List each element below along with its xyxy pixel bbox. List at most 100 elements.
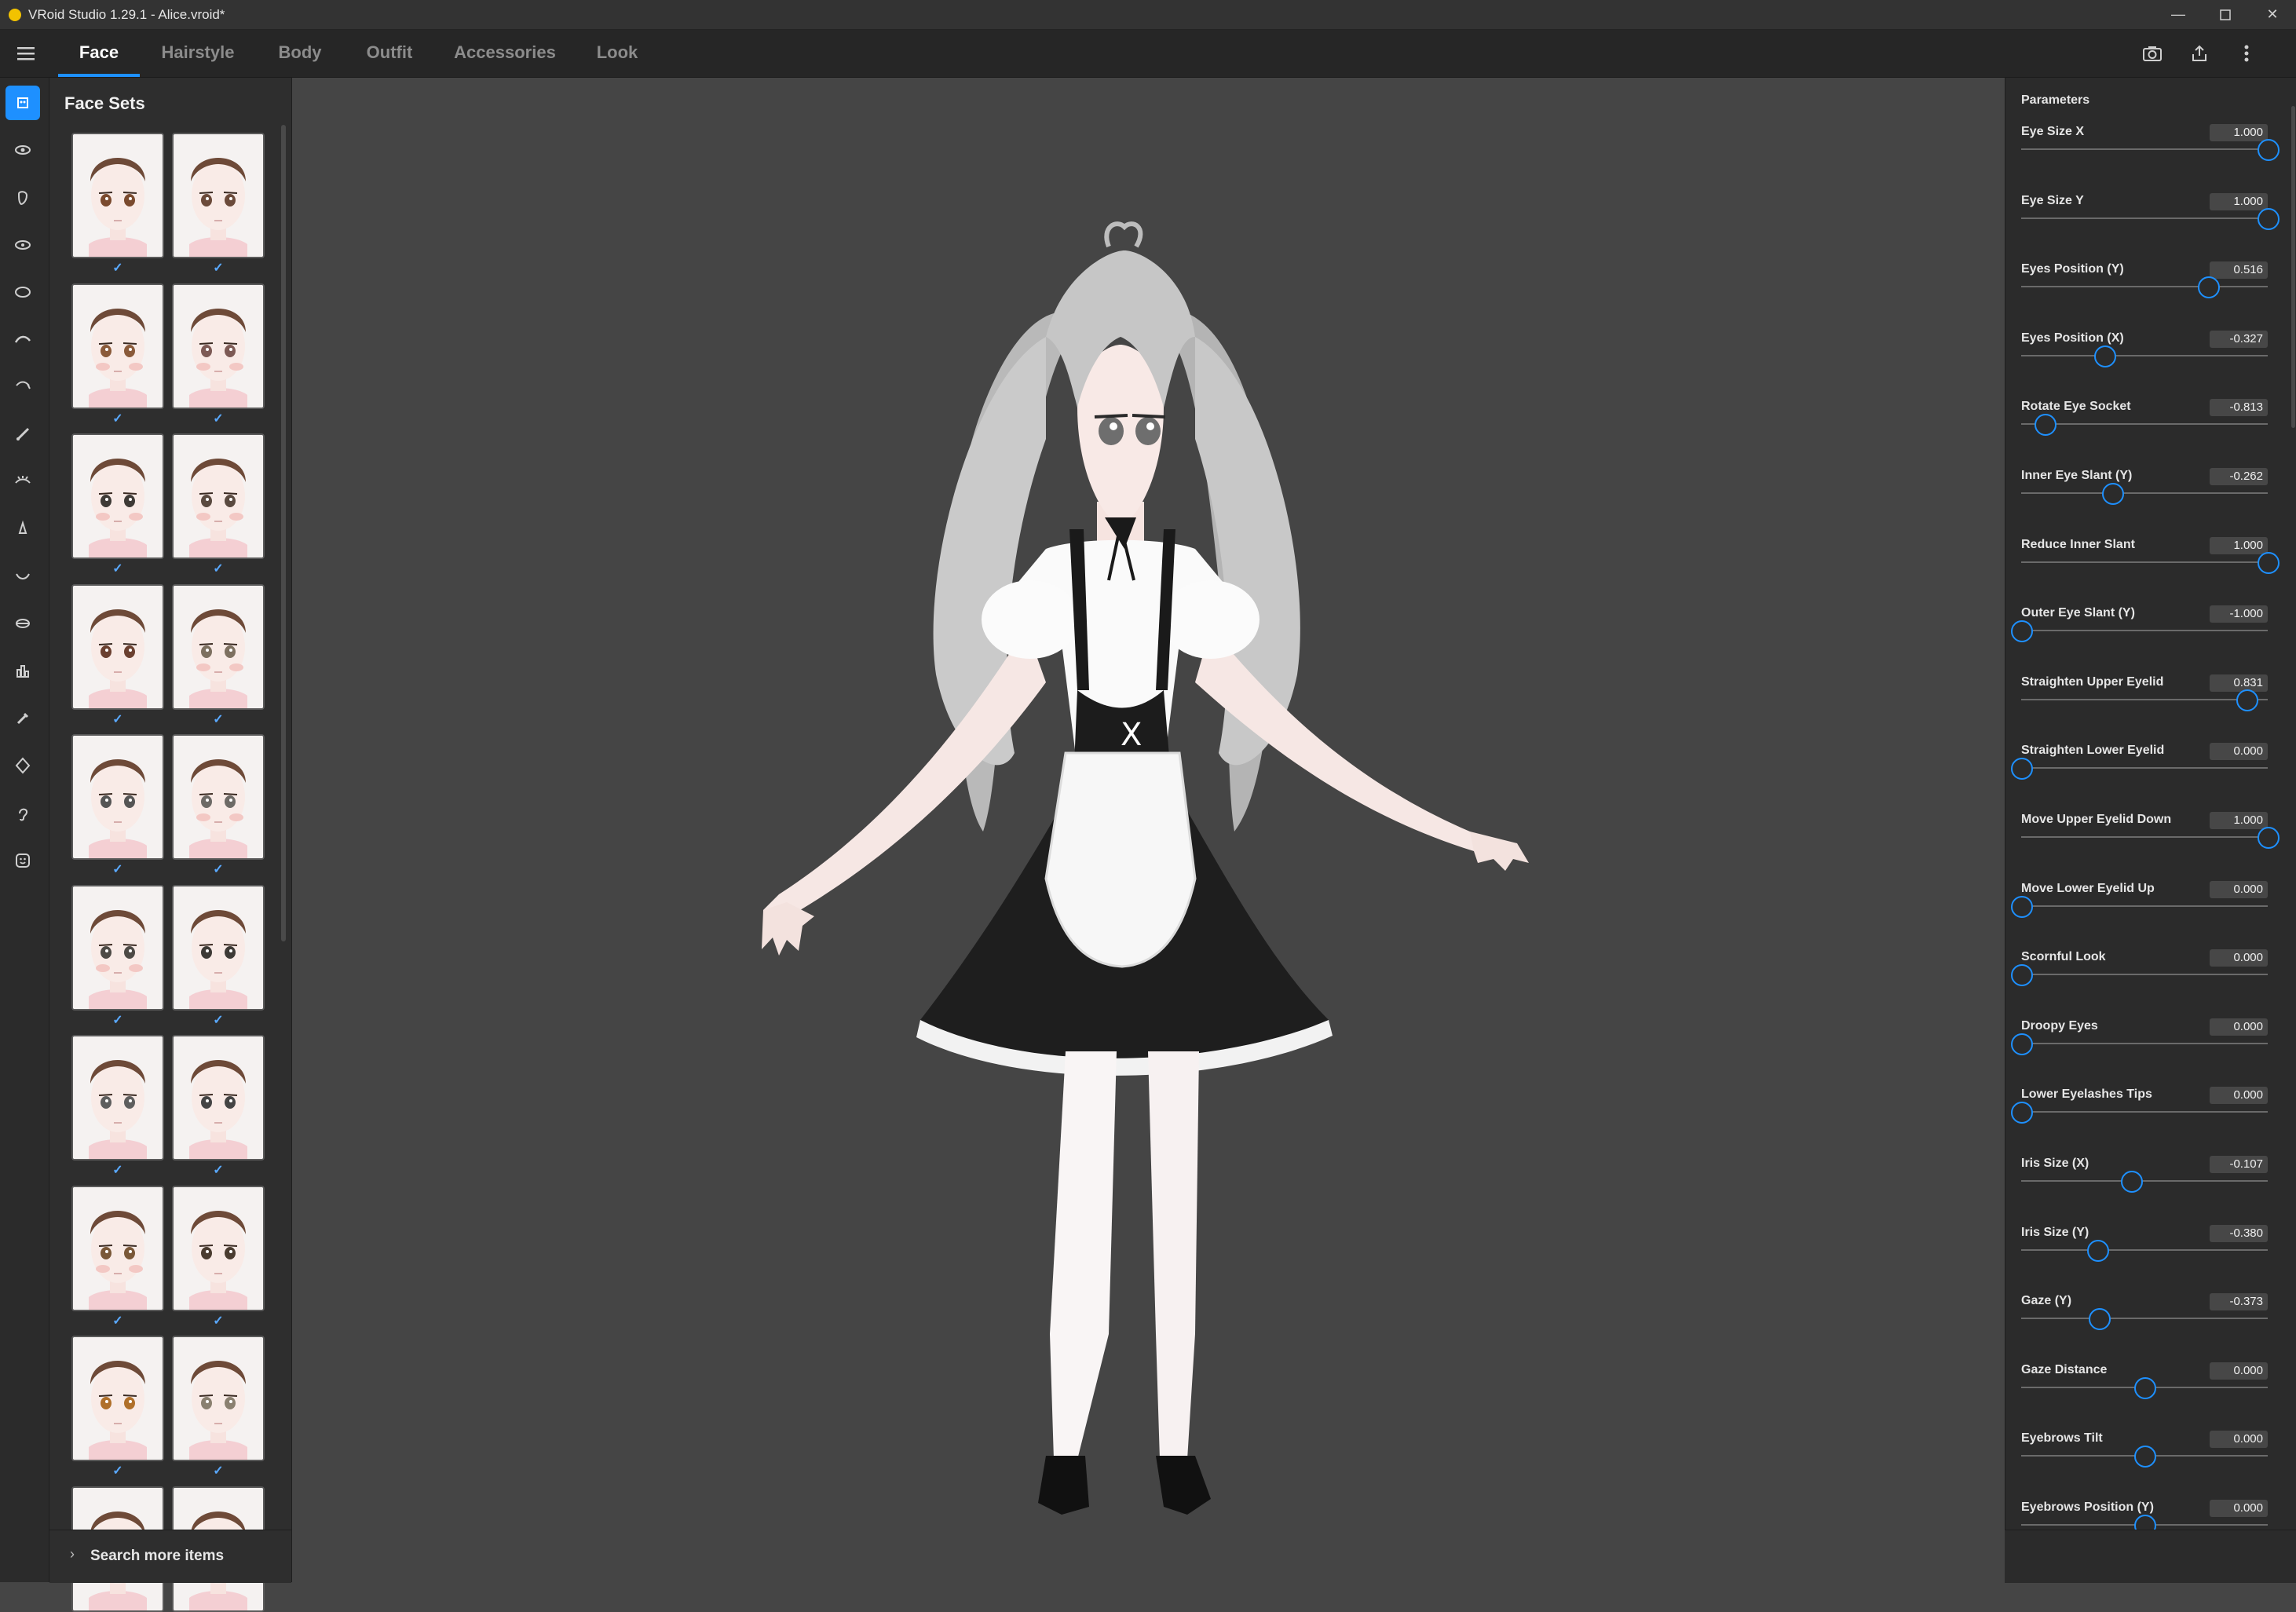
expression-icon[interactable] xyxy=(5,843,40,878)
slider-handle[interactable] xyxy=(2088,1308,2111,1331)
slider-handle[interactable] xyxy=(2011,620,2033,643)
face-outline-icon[interactable] xyxy=(5,748,40,783)
slider-track[interactable] xyxy=(2021,354,2268,356)
maximize-icon[interactable] xyxy=(2202,0,2249,29)
ear-icon[interactable] xyxy=(5,701,40,736)
camera-icon[interactable] xyxy=(2139,40,2166,67)
eyeline-icon[interactable] xyxy=(5,228,40,262)
face-set-thumbnail[interactable] xyxy=(71,884,164,1011)
slider-handle[interactable] xyxy=(2121,1171,2144,1193)
slider-track[interactable] xyxy=(2021,698,2268,700)
face-set-thumbnail[interactable] xyxy=(71,1336,164,1461)
parameter-value-input[interactable]: 0.000 xyxy=(2210,1362,2268,1380)
search-more-items[interactable]: › Search more items xyxy=(49,1530,291,1583)
slider-track[interactable] xyxy=(2021,1180,2268,1182)
slider-track[interactable] xyxy=(2021,1111,2268,1113)
face-set-icon[interactable] xyxy=(5,86,40,120)
face-set-thumbnail[interactable] xyxy=(71,583,164,710)
slider-handle[interactable] xyxy=(2093,345,2116,367)
parameter-value-input[interactable]: 1.000 xyxy=(2210,812,2268,829)
face-set-thumbnail[interactable] xyxy=(71,1035,164,1161)
parameter-value-input[interactable]: 0.000 xyxy=(2210,1500,2268,1517)
slider-track[interactable] xyxy=(2021,974,2268,976)
face-set-thumbnail[interactable] xyxy=(172,1336,265,1461)
ear-shape-icon[interactable] xyxy=(5,796,40,831)
tab-accessories[interactable]: Accessories xyxy=(446,30,564,77)
parameter-value-input[interactable]: 0.516 xyxy=(2210,261,2268,280)
mouth-icon[interactable] xyxy=(5,559,40,594)
slider-track[interactable] xyxy=(2021,630,2268,632)
face-set-thumbnail[interactable] xyxy=(71,1185,164,1311)
scrollbar[interactable] xyxy=(281,125,286,941)
face-set-thumbnail[interactable] xyxy=(172,884,265,1011)
slider-track[interactable] xyxy=(2021,1248,2268,1251)
face-set-thumbnail[interactable] xyxy=(172,1035,265,1161)
slider-track[interactable] xyxy=(2021,286,2268,288)
parameter-value-input[interactable]: 0.000 xyxy=(2210,880,2268,898)
slider-track[interactable] xyxy=(2021,836,2268,838)
slider-track[interactable] xyxy=(2021,1042,2268,1044)
slider-track[interactable] xyxy=(2021,148,2268,150)
tab-face[interactable]: Face xyxy=(58,30,140,77)
slider-handle[interactable] xyxy=(2198,276,2220,299)
slider-handle[interactable] xyxy=(2087,1239,2110,1262)
character-model[interactable]: X X xyxy=(292,78,2004,1582)
slider-track[interactable] xyxy=(2021,905,2268,907)
slider-handle[interactable] xyxy=(2258,551,2280,574)
face-set-thumbnail[interactable] xyxy=(172,734,265,860)
tab-look[interactable]: Look xyxy=(586,30,649,77)
face-set-thumbnail[interactable] xyxy=(71,433,164,559)
slider-handle[interactable] xyxy=(2258,207,2280,230)
parameter-value-input[interactable]: 0.000 xyxy=(2210,743,2268,761)
slider-handle[interactable] xyxy=(2101,483,2124,505)
3d-viewport[interactable]: X X xyxy=(292,78,2004,1582)
parameter-value-input[interactable]: -1.000 xyxy=(2210,605,2268,623)
slider-handle[interactable] xyxy=(2011,1033,2033,1055)
scrollbar[interactable] xyxy=(2291,106,2295,428)
parameter-value-input[interactable]: -0.373 xyxy=(2210,1293,2268,1311)
slider-handle[interactable] xyxy=(2258,827,2280,849)
slider-handle[interactable] xyxy=(2011,895,2033,918)
parameter-value-input[interactable]: 1.000 xyxy=(2210,536,2268,554)
face-set-thumbnail[interactable] xyxy=(172,433,265,559)
tab-outfit[interactable]: Outfit xyxy=(355,30,424,77)
more-vertical-icon[interactable] xyxy=(2233,40,2260,67)
face-set-thumbnail[interactable] xyxy=(172,283,265,409)
teeth-icon[interactable] xyxy=(5,654,40,689)
eyelash-icon[interactable] xyxy=(5,370,40,404)
slider-handle[interactable] xyxy=(2011,1102,2033,1124)
parameter-value-input[interactable]: -0.813 xyxy=(2210,399,2268,417)
slider-handle[interactable] xyxy=(2134,1446,2156,1468)
parameter-value-input[interactable]: 0.000 xyxy=(2210,1431,2268,1449)
slider-handle[interactable] xyxy=(2011,758,2033,780)
slider-track[interactable] xyxy=(2021,1318,2268,1320)
slider-handle[interactable] xyxy=(2258,139,2280,161)
iris-icon[interactable] xyxy=(5,275,40,309)
face-shape-icon[interactable] xyxy=(5,181,40,215)
slider-track[interactable] xyxy=(2021,561,2268,563)
slider-handle[interactable] xyxy=(2236,689,2259,711)
parameter-value-input[interactable]: 1.000 xyxy=(2210,192,2268,210)
slider-handle[interactable] xyxy=(2011,964,2033,987)
minimize-icon[interactable]: — xyxy=(2155,0,2202,29)
slider-track[interactable] xyxy=(2021,423,2268,426)
eyelid-icon[interactable] xyxy=(5,464,40,499)
tab-hairstyle[interactable]: Hairstyle xyxy=(154,30,242,77)
parameter-value-input[interactable]: -0.327 xyxy=(2210,330,2268,348)
face-set-thumbnail[interactable] xyxy=(71,283,164,409)
parameter-value-input[interactable]: -0.107 xyxy=(2210,1156,2268,1173)
parameter-value-input[interactable]: 0.831 xyxy=(2210,674,2268,692)
face-set-thumbnail[interactable] xyxy=(172,133,265,258)
nose-icon[interactable] xyxy=(5,512,40,546)
parameter-value-input[interactable]: -0.380 xyxy=(2210,1224,2268,1242)
face-set-thumbnail[interactable] xyxy=(172,1185,265,1311)
slider-handle[interactable] xyxy=(2034,414,2057,437)
brush-icon[interactable] xyxy=(5,417,40,451)
parameter-value-input[interactable]: 1.000 xyxy=(2210,124,2268,141)
slider-handle[interactable] xyxy=(2134,1376,2156,1399)
face-set-thumbnail[interactable] xyxy=(71,133,164,258)
slider-track[interactable] xyxy=(2021,492,2268,494)
slider-track[interactable] xyxy=(2021,767,2268,769)
hamburger-menu-icon[interactable] xyxy=(11,42,41,64)
parameter-value-input[interactable]: 0.000 xyxy=(2210,1018,2268,1036)
